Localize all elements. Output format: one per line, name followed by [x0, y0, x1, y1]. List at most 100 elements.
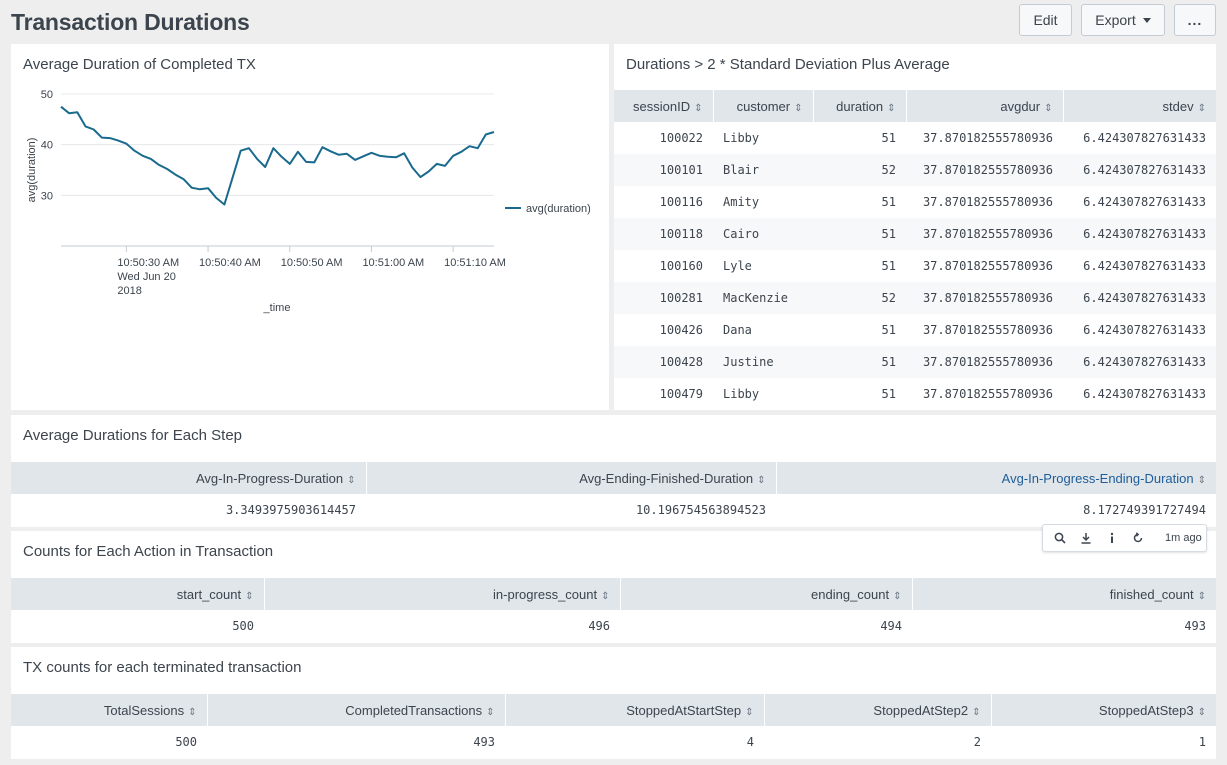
column-header[interactable]: Avg-In-Progress-Ending-Duration ⇕: [776, 462, 1216, 494]
step-durations-panel: Average Durations for Each Step Avg-In-P…: [11, 415, 1216, 527]
table-row: 500 496 494 493: [11, 610, 1216, 642]
column-header[interactable]: sessionID ⇕: [614, 90, 714, 122]
table-cell: 100426: [659, 323, 703, 337]
table-cell: 6.424307827631433: [1083, 259, 1206, 273]
table-cell: 6.424307827631433: [1063, 346, 1216, 378]
column-header[interactable]: Avg-In-Progress-Duration ⇕: [11, 462, 367, 494]
caret-down-icon: [1142, 17, 1151, 23]
legend-label: avg(duration): [526, 203, 591, 215]
column-header[interactable]: StoppedAtStep3 ⇕: [991, 694, 1216, 726]
table-cell: 100428: [614, 346, 713, 378]
panel-title: Counts for Each Action in Transaction: [23, 543, 274, 560]
table-cell: 493: [1184, 619, 1206, 633]
table-row: 100101 Blair 52 37.870182555780936 6.4243078…: [614, 154, 1216, 186]
refresh-time: 1m ago: [1165, 532, 1202, 544]
table-cell: 10.196754563894523: [635, 503, 766, 517]
table-cell: 496: [588, 619, 610, 633]
x-tick-label: 10:50:30 AM: [117, 257, 179, 269]
table-row: 100428 Justine 51 37.870182555780936 6.42430…: [614, 346, 1216, 378]
export-label: Export: [1095, 12, 1136, 28]
column-header[interactable]: finished_count ⇕: [912, 578, 1216, 610]
table-cell: 100160: [659, 259, 703, 273]
column-header[interactable]: avgdur ⇕: [906, 90, 1064, 122]
tx-counts-panel: TX counts for each terminated transactio…: [11, 647, 1216, 759]
table-row: 100116 Amity 51 37.870182555780936 6.4243078…: [614, 186, 1216, 218]
search-icon[interactable]: [1053, 531, 1067, 545]
panel-title: Durations > 2 * Standard Deviation Plus …: [626, 56, 950, 73]
column-header[interactable]: CompletedTransactions ⇕: [207, 694, 506, 726]
sort-icon: ⇕: [188, 706, 197, 718]
table-cell: 51: [881, 387, 896, 401]
table-cell: 51: [881, 195, 896, 209]
edit-button[interactable]: Edit: [1019, 4, 1072, 36]
table-cell: Amity: [723, 195, 760, 209]
export-button[interactable]: Export: [1081, 4, 1165, 36]
panel-toolbar: 1m ago: [1042, 524, 1207, 552]
column-header[interactable]: stdev ⇕: [1063, 90, 1216, 122]
column-header[interactable]: StoppedAtStartStep ⇕: [505, 694, 765, 726]
table-row: 500 493 4 2 1: [11, 726, 1216, 758]
table-cell: 6.424307827631433: [1083, 131, 1206, 145]
column-header[interactable]: TotalSessions ⇕: [11, 694, 208, 726]
sort-icon: ⇕: [347, 474, 356, 486]
table-cell: 8.172749391727494: [1083, 503, 1206, 517]
y-tick-label: 30: [41, 190, 53, 202]
table-cell: 37.870182555780936: [922, 259, 1053, 273]
table-row: 100118 Cairo 51 37.870182555780936 6.4243078…: [614, 218, 1216, 250]
x-axis-label: _time: [263, 302, 291, 314]
column-header[interactable]: duration ⇕: [813, 90, 907, 122]
more-actions-button[interactable]: ...: [1174, 4, 1216, 36]
table-cell: 6.424307827631433: [1063, 282, 1216, 314]
sort-icon: ⇕: [1197, 102, 1206, 114]
x-tick-label: 10:50:50 AM: [281, 257, 343, 269]
sort-icon: ⇕: [1197, 590, 1206, 602]
table-cell: 37.870182555780936: [922, 131, 1053, 145]
table-cell: 52: [813, 282, 906, 314]
info-icon[interactable]: [1105, 531, 1119, 545]
table-cell: 6.424307827631433: [1063, 218, 1216, 250]
column-header[interactable]: ending_count ⇕: [620, 578, 913, 610]
column-header[interactable]: StoppedAtStep2 ⇕: [764, 694, 992, 726]
table-row: 100022 Libby 51 37.870182555780936 6.4243078…: [614, 122, 1216, 154]
series-line-avg-duration: [60, 105, 495, 206]
column-header[interactable]: in-progress_count ⇕: [264, 578, 621, 610]
x-tick-label: 10:51:10 AM: [444, 257, 506, 269]
y-tick-label: 40: [41, 140, 53, 152]
table-cell: Dana: [723, 323, 752, 337]
sort-icon: ⇕: [887, 102, 896, 114]
table-cell: 51: [881, 323, 896, 337]
table-cell: 51: [813, 346, 906, 378]
column-header[interactable]: start_count ⇕: [11, 578, 265, 610]
outliers-table: sessionID ⇕ customer ⇕ duration ⇕ avgdur ⇕ stdev…: [614, 90, 1216, 410]
table-row: 100426 Dana 51 37.870182555780936 6.42430782…: [614, 314, 1216, 346]
panel-title: Average Durations for Each Step: [23, 427, 243, 444]
table-cell: 4: [746, 735, 754, 749]
x-tick-label: 10:50:40 AM: [199, 257, 261, 269]
table-cell: 37.870182555780936: [906, 218, 1063, 250]
table-cell: 37.870182555780936: [906, 282, 1063, 314]
table-cell: Libby: [723, 387, 760, 401]
table-cell: 37.870182555780936: [922, 387, 1053, 401]
table-cell: 494: [880, 619, 902, 633]
x-tick-label: Wed Jun 20: [117, 271, 176, 283]
sort-icon: ⇕: [245, 590, 254, 602]
refresh-icon[interactable]: [1131, 531, 1145, 545]
download-icon[interactable]: [1079, 531, 1093, 545]
column-header[interactable]: customer ⇕: [713, 90, 814, 122]
sort-icon: ⇕: [486, 706, 495, 718]
table-cell: 500: [232, 619, 254, 633]
table-cell: 500: [175, 735, 197, 749]
table-cell: Cairo: [713, 218, 813, 250]
x-tick-label: 2018: [117, 285, 141, 297]
page-title: Transaction Durations: [11, 9, 250, 35]
table-cell: 100116: [659, 195, 703, 209]
table-cell: 6.424307827631433: [1083, 387, 1206, 401]
table-cell: 37.870182555780936: [922, 195, 1053, 209]
table-cell: 51: [881, 259, 896, 273]
column-header[interactable]: Avg-Ending-Finished-Duration ⇕: [366, 462, 777, 494]
avg-duration-chart: 30 40 50 10:50:30 AM Wed Jun 20 2018 10:50:40 …: [26, 89, 591, 314]
sort-icon: ⇕: [757, 474, 766, 486]
table-row: 100281 MacKenzie 52 37.870182555780936 6.424…: [614, 282, 1216, 314]
sort-icon: ⇕: [1044, 102, 1053, 114]
panel-title: TX counts for each terminated transactio…: [23, 659, 302, 676]
